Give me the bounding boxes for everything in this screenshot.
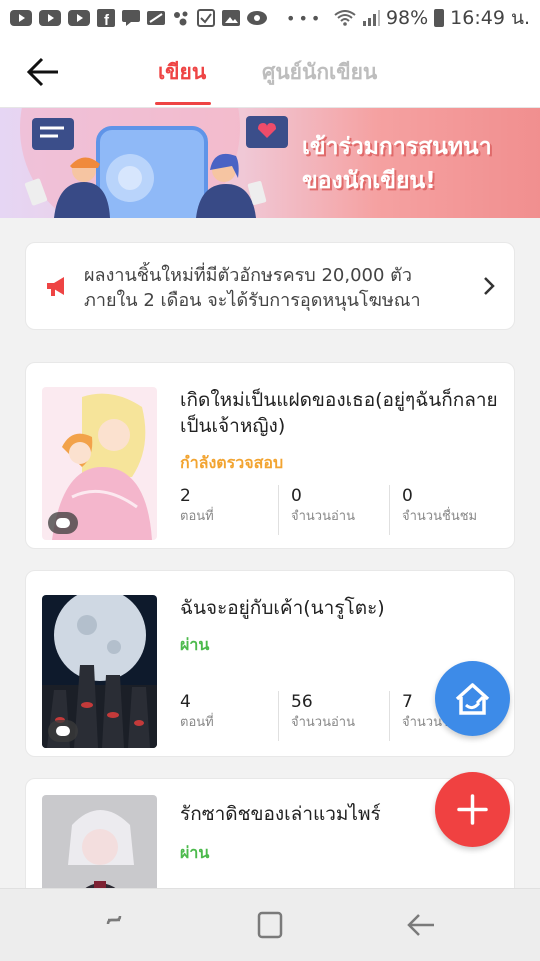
clock: 16:49 น. — [450, 7, 530, 29]
more-dots-icon: ••• — [286, 8, 324, 28]
work-cover-image — [42, 387, 157, 540]
stat-value: 56 — [291, 692, 313, 712]
image-icon — [147, 11, 165, 25]
status-bar: f ••• 98% 16:49 น. — [0, 0, 540, 36]
tab-write[interactable]: เขียน — [158, 56, 206, 89]
work-status: ผ่าน — [180, 843, 210, 862]
notification-icons: f ••• — [10, 9, 323, 28]
stat-episodes: 2 ตอนที่ — [180, 485, 278, 535]
plus-icon — [457, 794, 488, 825]
writer-home-button[interactable] — [435, 661, 510, 736]
stat-value: 4 — [180, 692, 191, 712]
comment-bubble-icon — [48, 512, 78, 534]
work-stats: 2 ตอนที่ 0 จำนวนอ่าน 0 จำนวนชื่นชม — [180, 485, 500, 535]
work-cover-image — [42, 595, 157, 748]
stat-label: จำนวนชื่นชม — [402, 509, 478, 524]
stat-label: จำนวนอ่าน — [291, 715, 355, 730]
facebook-icon: f — [97, 9, 115, 27]
stat-value: 2 — [180, 486, 191, 506]
chevron-right-icon — [484, 277, 495, 295]
home-icon[interactable] — [253, 909, 287, 941]
stat-likes: 0 จำนวนชื่นชม — [389, 485, 500, 535]
assistant-icon — [174, 11, 188, 26]
house-pen-icon — [455, 683, 490, 715]
stat-value: 0 — [402, 486, 413, 506]
work-status: ผ่าน — [180, 635, 210, 654]
system-nav-bar — [0, 888, 540, 961]
youtube-icon — [68, 10, 90, 26]
app-header: เขียน ศูนย์นักเขียน — [0, 36, 540, 108]
active-tab-indicator — [155, 102, 211, 105]
stat-reads: 56 จำนวนอ่าน — [278, 691, 389, 741]
work-title: ฉันจะอยู่กับเค้า(นารูโตะ) — [180, 597, 385, 619]
viber-icon — [247, 11, 267, 25]
work-status: กำลังตรวจสอบ — [180, 453, 284, 472]
stat-reads: 0 จำนวนอ่าน — [278, 485, 389, 535]
notice-text: ผลงานชิ้นใหม่ที่มีตัวอักษรครบ 20,000 ตัว… — [84, 265, 421, 311]
chat-icon — [122, 10, 140, 26]
work-card[interactable]: เกิดใหม่เป็นแฝดของเธอ(อยู่ๆฉันก็กลายเป็น… — [25, 362, 515, 549]
youtube-icon — [10, 10, 32, 26]
system-status: 98% 16:49 น. — [334, 3, 530, 33]
comment-bubble-icon — [48, 720, 78, 742]
wifi-icon — [334, 10, 356, 26]
work-cover-image — [42, 795, 157, 897]
stat-label: ตอนที่ — [180, 509, 214, 524]
stat-value: 0 — [291, 486, 302, 506]
battery-percent: 98% — [385, 7, 429, 29]
checkbox-icon — [197, 9, 215, 27]
banner-headline: เข้าร่วมการสนทนาของนักเขียน! — [302, 134, 492, 194]
back-arrow-icon[interactable] — [24, 54, 64, 90]
gallery-icon — [222, 10, 240, 26]
recent-apps-icon[interactable] — [102, 909, 136, 941]
stat-episodes: 4 ตอนที่ — [180, 691, 278, 741]
banner-illustration — [20, 108, 288, 218]
stat-label: ตอนที่ — [180, 715, 214, 730]
signal-icon — [362, 10, 380, 26]
ad-support-notice[interactable]: ผลงานชิ้นใหม่ที่มีตัวอักษรครบ 20,000 ตัว… — [25, 242, 515, 330]
back-icon[interactable] — [404, 909, 438, 941]
tab-writer-center[interactable]: ศูนย์นักเขียน — [262, 56, 377, 89]
add-work-button[interactable] — [435, 772, 510, 847]
megaphone-icon — [47, 277, 64, 296]
battery-icon — [434, 9, 445, 27]
writer-community-banner[interactable]: เข้าร่วมการสนทนาของนักเขียน! — [0, 108, 540, 218]
stat-label: จำนวนอ่าน — [291, 509, 355, 524]
youtube-icon — [39, 10, 61, 26]
work-title: เกิดใหม่เป็นแฝดของเธอ(อยู่ๆฉันก็กลายเป็น… — [180, 389, 498, 437]
